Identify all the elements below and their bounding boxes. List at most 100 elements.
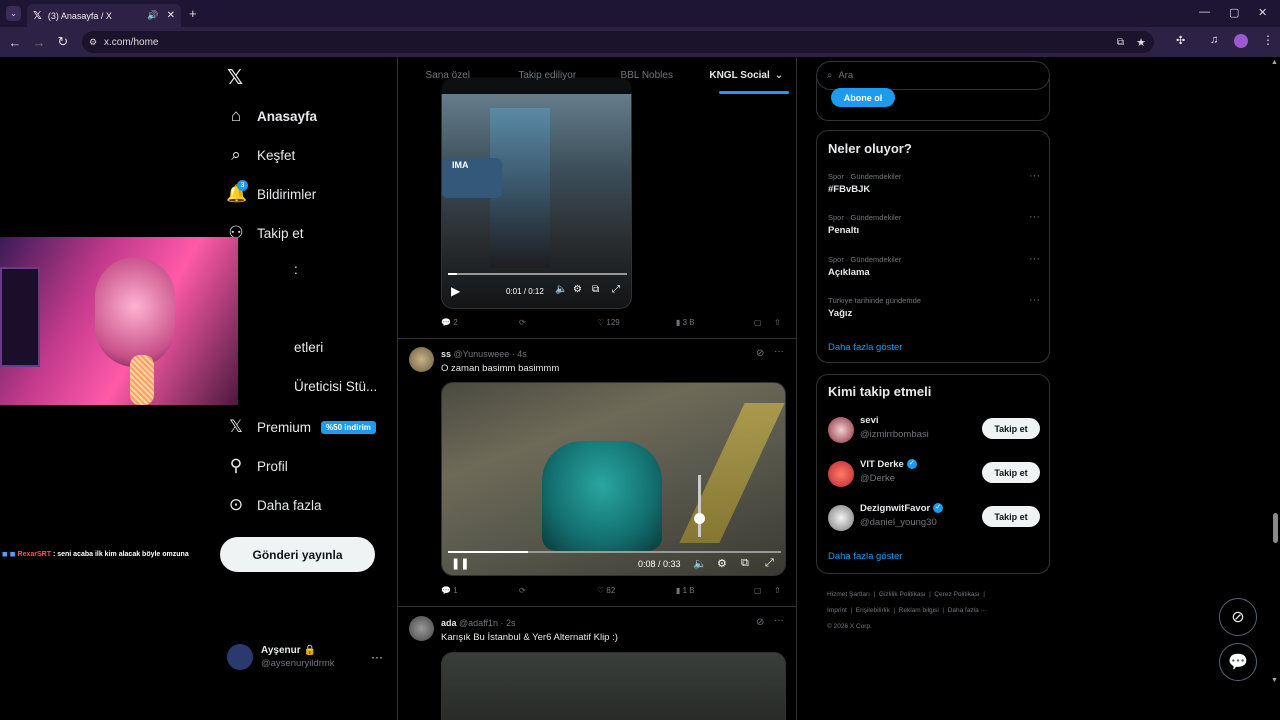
- views-icon[interactable]: ▮ 1 B: [676, 586, 695, 595]
- nav-item-partial-1[interactable]: :: [294, 262, 298, 277]
- profile-avatar-icon[interactable]: [1234, 34, 1248, 48]
- reload-icon[interactable]: ↻: [51, 34, 75, 50]
- nav-profile[interactable]: ⚲ Profil: [226, 456, 288, 476]
- nav-item-partial-2[interactable]: etleri: [294, 340, 323, 355]
- subscribe-button[interactable]: Abone ol: [831, 88, 895, 107]
- follow-button[interactable]: Takip et: [982, 462, 1040, 483]
- tab-for-you[interactable]: Sana özel: [398, 57, 498, 94]
- trend-item[interactable]: Spor · Gündemdekiler #FBvBJK ···: [828, 170, 1040, 195]
- account-more-icon[interactable]: ···: [371, 650, 383, 664]
- tweet-2-name[interactable]: ss: [441, 349, 451, 359]
- grok-icon[interactable]: ⊘: [756, 617, 764, 628]
- tweet-3-handle[interactable]: @adaff1n: [459, 618, 498, 628]
- bookmark-icon[interactable]: ▢: [754, 586, 762, 595]
- tweet-2-avatar[interactable]: [409, 347, 434, 372]
- footer-link[interactable]: Hizmet Şartları: [827, 591, 870, 598]
- video-progress-bar[interactable]: [448, 551, 781, 553]
- bookmark-icon[interactable]: ▢: [754, 318, 762, 327]
- fullscreen-icon[interactable]: ⤢: [612, 284, 620, 295]
- follow-button[interactable]: Takip et: [982, 418, 1040, 439]
- footer-link[interactable]: Çerez Politikası: [934, 591, 979, 598]
- follow-suggestion[interactable]: sevi @izmirrbombasi Takip et: [828, 415, 1040, 445]
- maximize-button[interactable]: ▢: [1229, 6, 1239, 19]
- like-icon[interactable]: ♡ 82: [597, 586, 615, 595]
- scroll-down-icon[interactable]: ▼: [1271, 677, 1278, 684]
- tweet-more-icon[interactable]: ···: [774, 346, 784, 357]
- tweet-3-media[interactable]: [441, 652, 786, 720]
- tab-following[interactable]: Takip ediliyor: [498, 57, 598, 94]
- grok-fab-button[interactable]: ⊘: [1219, 598, 1257, 636]
- views-icon[interactable]: ▮ 3 B: [676, 318, 695, 327]
- url-field[interactable]: ⚙ x.com/home ⧉ ★: [82, 31, 1154, 53]
- tweet-more-icon[interactable]: ···: [774, 615, 784, 626]
- scrollbar-thumb[interactable]: [1273, 513, 1278, 543]
- footer-link[interactable]: Reklam bilgisi: [899, 607, 939, 614]
- volume-slider[interactable]: [694, 475, 705, 537]
- close-window-button[interactable]: ✕: [1258, 6, 1267, 19]
- nav-notifications[interactable]: 🔔 3 Bildirimler: [226, 180, 316, 204]
- trend-more-icon[interactable]: ···: [1029, 170, 1040, 182]
- trend-item[interactable]: Türkiye tarihinde gündemde Yağız ···: [828, 294, 1040, 319]
- tweet-3-name[interactable]: ada: [441, 618, 457, 628]
- tweet-3-time[interactable]: 2s: [506, 618, 516, 628]
- bookmark-star-icon[interactable]: ★: [1136, 36, 1146, 49]
- follow-button[interactable]: Takip et: [982, 506, 1040, 527]
- play-icon[interactable]: ▶: [451, 284, 460, 298]
- scroll-up-icon[interactable]: ▲: [1271, 59, 1278, 66]
- trend-item[interactable]: Spor · Gündemdekiler Açıklama ···: [828, 253, 1040, 278]
- trends-show-more-link[interactable]: Daha fazla göster: [828, 342, 902, 353]
- video-progress-bar[interactable]: [448, 273, 627, 275]
- footer-link[interactable]: Gizlilik Politikası: [879, 591, 926, 598]
- retweet-icon[interactable]: ⟳: [519, 586, 526, 595]
- post-button[interactable]: Gönderi yayınla: [220, 537, 375, 572]
- pip-icon[interactable]: ⧉: [592, 284, 599, 295]
- trend-more-icon[interactable]: ···: [1029, 294, 1040, 306]
- back-icon[interactable]: ←: [3, 35, 27, 50]
- nav-home[interactable]: ⌂ Anasayfa: [226, 106, 317, 126]
- messages-fab-button[interactable]: 💬: [1219, 643, 1257, 681]
- follow-suggestion[interactable]: DezignwitFavor ✓ @daniel_young30 Takip et: [828, 503, 1040, 533]
- page-scrollbar[interactable]: ▲ ▼: [1270, 57, 1280, 720]
- x-logo-icon[interactable]: 𝕏: [227, 65, 243, 90]
- retweet-icon[interactable]: ⟳: [519, 318, 526, 327]
- footer-link[interactable]: Erişilebilirlik: [856, 607, 890, 614]
- tweet-2-video[interactable]: ❚❚ 0:08 / 0:33 🔈 ⚙ ⧉ ⤢: [441, 382, 786, 576]
- tab-close-icon[interactable]: ✕: [167, 10, 175, 21]
- trend-more-icon[interactable]: ···: [1029, 211, 1040, 223]
- site-info-icon[interactable]: ⚙: [89, 37, 97, 48]
- browser-tab[interactable]: 𝕏 (3) Anasayfa / X 🔊 ✕: [27, 4, 181, 27]
- nav-more[interactable]: ⊙ Daha fazla: [226, 495, 322, 515]
- speaker-icon[interactable]: 🔊: [147, 10, 158, 21]
- browser-menu-icon[interactable]: ⋮: [1262, 33, 1274, 47]
- share-icon[interactable]: ⇧: [774, 318, 781, 327]
- volume-icon[interactable]: 🔈: [693, 557, 707, 570]
- follow-suggestion[interactable]: VIT Derke ✓ @Derke Takip et: [828, 459, 1040, 489]
- tab-search-button[interactable]: ⌄: [6, 6, 21, 21]
- tweet-3-avatar[interactable]: [409, 616, 434, 641]
- nav-item-partial-3[interactable]: Üreticisi Stü...: [294, 379, 377, 394]
- like-icon[interactable]: ♡ 129: [597, 318, 620, 327]
- pip-icon[interactable]: ⧉: [741, 557, 749, 570]
- fullscreen-icon[interactable]: ⤢: [765, 557, 774, 570]
- nav-premium[interactable]: 𝕏 Premium %50 indirim: [226, 417, 376, 437]
- footer-link[interactable]: Imprint: [827, 607, 847, 614]
- extensions-icon[interactable]: ✣: [1176, 34, 1185, 47]
- pause-icon[interactable]: ❚❚: [451, 557, 469, 570]
- tweet-2-time[interactable]: 4s: [517, 349, 527, 359]
- reply-icon[interactable]: 💬 2: [441, 318, 458, 327]
- nav-explore[interactable]: ⌕ Keşfet: [226, 145, 295, 165]
- trend-item[interactable]: Spor · Gündemdekiler Penaltı ···: [828, 211, 1040, 236]
- settings-icon[interactable]: ⚙: [573, 284, 582, 295]
- tweet-1-video[interactable]: IMA ▶ 0:01 / 0:12 🔈 ⚙ ⧉ ⤢: [441, 77, 632, 309]
- minimize-button[interactable]: —: [1199, 6, 1210, 18]
- account-switcher[interactable]: Ayşenur 🔒 @aysenuryildrmk ···: [227, 637, 387, 677]
- volume-icon[interactable]: 🔈: [555, 284, 567, 295]
- reply-icon[interactable]: 💬 1: [441, 586, 458, 595]
- install-icon[interactable]: ⧉: [1117, 37, 1124, 48]
- settings-icon[interactable]: ⚙: [717, 557, 727, 570]
- tab-bbl-nobles[interactable]: BBL Nobles: [597, 57, 697, 94]
- tab-kngl-social[interactable]: KNGL Social ⌄: [697, 57, 797, 94]
- grok-icon[interactable]: ⊘: [756, 348, 764, 359]
- new-tab-button[interactable]: +: [189, 6, 197, 21]
- share-icon[interactable]: ⇧: [774, 586, 781, 595]
